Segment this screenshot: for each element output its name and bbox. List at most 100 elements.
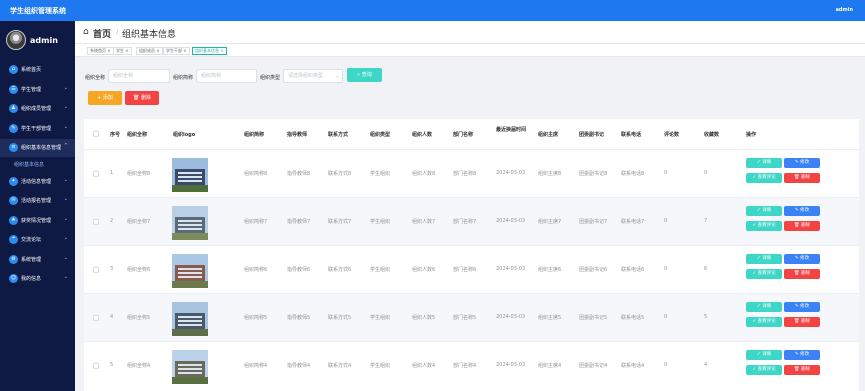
table-cell-teacher: 指导教师7	[287, 219, 311, 225]
view-comments-button[interactable]: ✓ 查看评论	[746, 173, 782, 183]
table-cell-short: 组织简称8	[244, 171, 268, 177]
app-title: 学生组织管理系统	[10, 7, 66, 15]
chevron-down-icon: ⌄	[63, 84, 68, 91]
table-cell-date: 2024-03-03	[496, 314, 526, 320]
detail-button[interactable]: ✓ 详情	[746, 302, 782, 312]
sidebar-item[interactable]: ✎ 学生干部管理 ⌄	[0, 120, 75, 138]
short-search-input[interactable]: 组织简称	[196, 69, 257, 83]
row-checkbox[interactable]	[93, 363, 99, 369]
table-cell-dept: 部门名称7	[453, 219, 477, 225]
name-search-input[interactable]: 组织全称	[108, 69, 170, 83]
select-all-checkbox[interactable]	[93, 131, 99, 137]
sidebar-item-label: 获奖情况管理	[21, 217, 52, 224]
table-row: 2 组织全称7 组织简称7 指导教师7 联系方式7 学生组织 组织人数7 部门名称7 2024-…	[84, 197, 859, 245]
sidebar-item-label: 活动信息管理	[21, 178, 52, 185]
table-cell-contact: 联系方式5	[328, 315, 352, 321]
sidebar-item-label: 我的信息	[21, 276, 42, 282]
sidebar-item[interactable]: ✦ 活动信息管理 ⌄	[0, 173, 75, 191]
table-cell-contact: 联系方式4	[328, 363, 352, 369]
table-cell-chair: 组织主席8	[538, 171, 562, 177]
delete-button[interactable]: 🗑 删除	[784, 173, 820, 183]
table-cell-dept: 部门名称6	[453, 267, 477, 273]
sidebar-item[interactable]: ☰ 学生管理 ⌄	[0, 81, 75, 99]
add-button[interactable]: + 添加	[88, 91, 122, 105]
table-cell-teacher: 指导教师6	[287, 267, 311, 273]
organization-logo-image	[172, 350, 208, 384]
view-comments-button[interactable]: ✓ 查看评论	[746, 221, 782, 231]
breadcrumb-home[interactable]: 首页	[93, 27, 111, 40]
star-icon: ✦	[9, 176, 18, 186]
table-cell-favorites: 4	[704, 362, 708, 368]
column-header-label: 联系电话	[621, 132, 642, 138]
delete-button-label: 删除	[801, 367, 811, 372]
edit-button[interactable]: ✎ 修改	[784, 350, 820, 360]
table-cell-date: 2024-03-03	[496, 362, 526, 368]
tab-tag[interactable]: 组织基本信息 ×	[192, 47, 227, 55]
view-comments-button[interactable]: ✓ 查看评论	[746, 365, 782, 375]
sidebar-item[interactable]: ☺ 我的信息 ⌄	[0, 270, 75, 288]
close-icon[interactable]: ×	[219, 48, 223, 53]
detail-button[interactable]: ✓ 详情	[746, 158, 782, 168]
tab-tag[interactable]: 组织成员 ×	[136, 47, 163, 55]
detail-button-label: 详情	[762, 208, 772, 213]
column-header-label: 操作	[746, 132, 757, 138]
delete-button[interactable]: 🗑 删除	[784, 365, 820, 375]
table-cell-name: 组织全称4	[127, 363, 151, 369]
edit-button[interactable]: ✎ 修改	[784, 206, 820, 216]
sidebar-item[interactable]: ✉ 活动报名管理 ⌄	[0, 192, 75, 210]
close-icon[interactable]: ×	[106, 48, 110, 53]
table-cell-phone: 联系电话4	[621, 363, 645, 369]
search-button[interactable]: ⌕ 查询	[347, 68, 382, 82]
data-table: 序号 组织全称 组织logo 组织简称 指导教师 联系方式 组织类型 组织人数 部门名称 最近换届…	[84, 119, 859, 391]
delete-button-label: 删除	[801, 223, 811, 228]
view-comments-button[interactable]: ✓ 查看评论	[746, 269, 782, 279]
sidebar-item[interactable]: ≡ 组织基本信息管理 ^	[0, 139, 75, 157]
table-row: 3 组织全称6 组织简称6 指导教师6 联系方式6 学生组织 组织人数6 部门名称6 2024-…	[84, 245, 859, 293]
detail-button[interactable]: ✓ 详情	[746, 254, 782, 264]
top-bar: 学生组织管理系统 admin	[0, 0, 865, 21]
row-checkbox[interactable]	[93, 315, 99, 321]
edit-button[interactable]: ✎ 修改	[784, 254, 820, 264]
type-search-label: 组织类型	[260, 75, 281, 81]
person-icon: ☺	[9, 274, 18, 283]
table-cell-short: 组织简称6	[244, 267, 268, 273]
bulk-delete-button[interactable]: 🗑 删除	[125, 91, 159, 105]
sidebar-item[interactable]: ★ 获奖情况管理 ⌄	[0, 212, 75, 230]
row-checkbox[interactable]	[93, 267, 99, 273]
user-menu[interactable]: admin	[836, 7, 853, 13]
delete-button[interactable]: 🗑 删除	[784, 317, 820, 327]
tab-tag[interactable]: 学生干部 ×	[163, 47, 190, 55]
close-icon[interactable]: ×	[155, 48, 159, 53]
tab-tag[interactable]: 系统首页 ×	[87, 47, 114, 55]
sidebar-item[interactable]: ⌂ 系统首页	[0, 61, 75, 79]
breadcrumb-current: 组织基本信息	[122, 30, 177, 40]
detail-button-label: 详情	[762, 256, 772, 261]
detail-button[interactable]: ✓ 详情	[746, 206, 782, 216]
table-cell-date: 2024-03-03	[496, 170, 526, 176]
edit-button[interactable]: ✎ 修改	[784, 158, 820, 168]
sidebar-item-label: 交流论坛	[21, 237, 42, 243]
view-comments-button[interactable]: ✓ 查看评论	[746, 317, 782, 327]
table-cell-secretary: 团委副书记5	[579, 315, 608, 321]
edit-icon: ✎	[9, 123, 18, 133]
row-checkbox[interactable]	[93, 219, 99, 225]
sidebar-item[interactable]: ♟ 组织成员管理 ⌄	[0, 100, 75, 118]
row-checkbox[interactable]	[93, 171, 99, 177]
delete-button[interactable]: 🗑 删除	[784, 221, 820, 231]
edit-button[interactable]: ✎ 修改	[784, 302, 820, 312]
delete-button[interactable]: 🗑 删除	[784, 269, 820, 279]
table-cell-type: 学生组织	[370, 171, 391, 177]
search-button-label: 查询	[361, 72, 372, 78]
table-cell-people: 组织人数4	[412, 363, 436, 369]
detail-button[interactable]: ✓ 详情	[746, 350, 782, 360]
sidebar-subitem[interactable]: 组织基本信息	[0, 158, 75, 171]
tab-tag[interactable]: 学生 ×	[113, 47, 132, 55]
home-icon[interactable]: ⌂	[83, 27, 89, 37]
type-select[interactable]: 请选择组织类型 ⌄	[283, 69, 343, 83]
close-icon[interactable]: ×	[124, 48, 128, 53]
sidebar-item[interactable]: ⚙ 系统管理 ⌄	[0, 251, 75, 269]
close-icon[interactable]: ×	[182, 48, 186, 53]
sidebar-item[interactable]: ❝ 交流论坛 ⌄	[0, 231, 75, 249]
table-cell-index: 1	[110, 170, 114, 176]
table-cell-type: 学生组织	[370, 219, 391, 225]
